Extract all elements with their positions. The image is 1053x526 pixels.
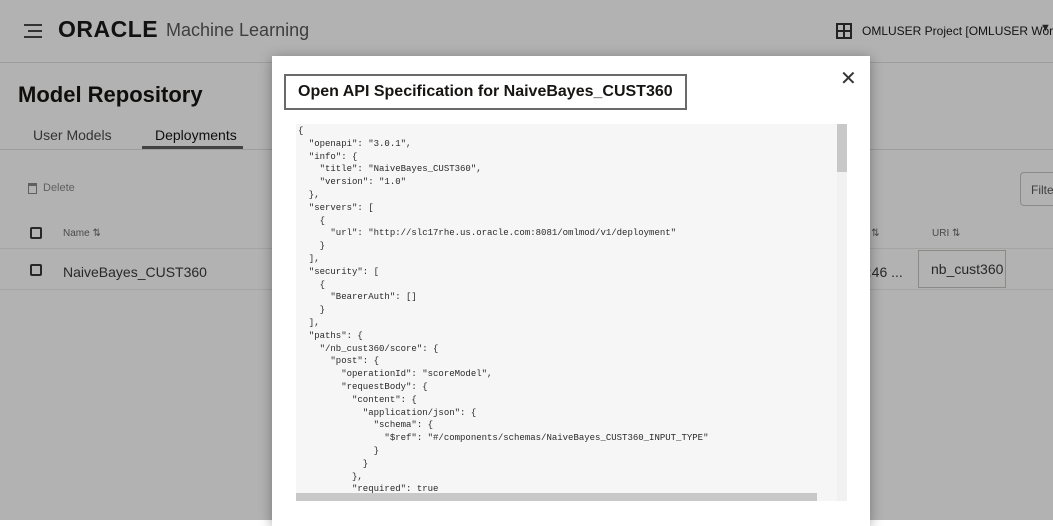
spec-line: } <box>362 458 369 469</box>
spec-line: "requestBody": { <box>341 381 428 392</box>
spec-line: "servers": [ <box>308 202 374 213</box>
spec-line: "url": "http://slc17rhe.us.oracle.com:80… <box>330 228 677 239</box>
spec-line: } <box>373 445 380 456</box>
openapi-spec-text: { "openapi": "3.0.1", "info": { "title":… <box>298 125 708 501</box>
spec-line: } <box>319 305 326 316</box>
spec-line: { <box>319 215 326 226</box>
spec-line: "content": { <box>352 394 417 405</box>
openapi-spec-viewer[interactable]: { "openapi": "3.0.1", "info": { "title":… <box>296 124 847 501</box>
spec-line: "$ref": "#/components/schemas/NaiveBayes… <box>384 433 709 444</box>
spec-line: } <box>319 241 326 252</box>
close-icon[interactable]: ✕ <box>840 66 857 91</box>
dialog-title: Open API Specification for NaiveBayes_CU… <box>284 74 687 110</box>
spec-line: "schema": { <box>373 420 434 431</box>
spec-line: ], <box>308 253 320 264</box>
spec-line: "version": "1.0" <box>319 177 407 188</box>
vertical-scrollbar[interactable] <box>837 124 847 501</box>
spec-line: "paths": { <box>308 330 363 341</box>
spec-line: "operationId": "scoreModel", <box>341 369 493 380</box>
spec-line: }, <box>352 471 363 482</box>
spec-line: "application/json": { <box>362 407 477 418</box>
spec-line: "security": [ <box>308 266 380 277</box>
spec-line: { <box>298 126 304 136</box>
openapi-dialog: Open API Specification for NaiveBayes_CU… <box>272 56 870 526</box>
spec-line: "openapi": "3.0.1", <box>308 138 412 149</box>
spec-line: ], <box>308 317 320 328</box>
spec-line: }, <box>308 189 320 200</box>
horizontal-scrollbar-thumb[interactable] <box>296 493 817 501</box>
spec-line: { <box>319 279 326 290</box>
spec-line: "info": { <box>308 151 358 162</box>
spec-line: "title": "NaiveBayes_CUST360", <box>319 164 482 175</box>
spec-line: "post": { <box>330 356 380 367</box>
spec-line: "/nb_cust360/score": { <box>319 343 439 354</box>
spec-line: "BearerAuth": [] <box>330 292 417 303</box>
vertical-scrollbar-thumb[interactable] <box>837 124 847 172</box>
